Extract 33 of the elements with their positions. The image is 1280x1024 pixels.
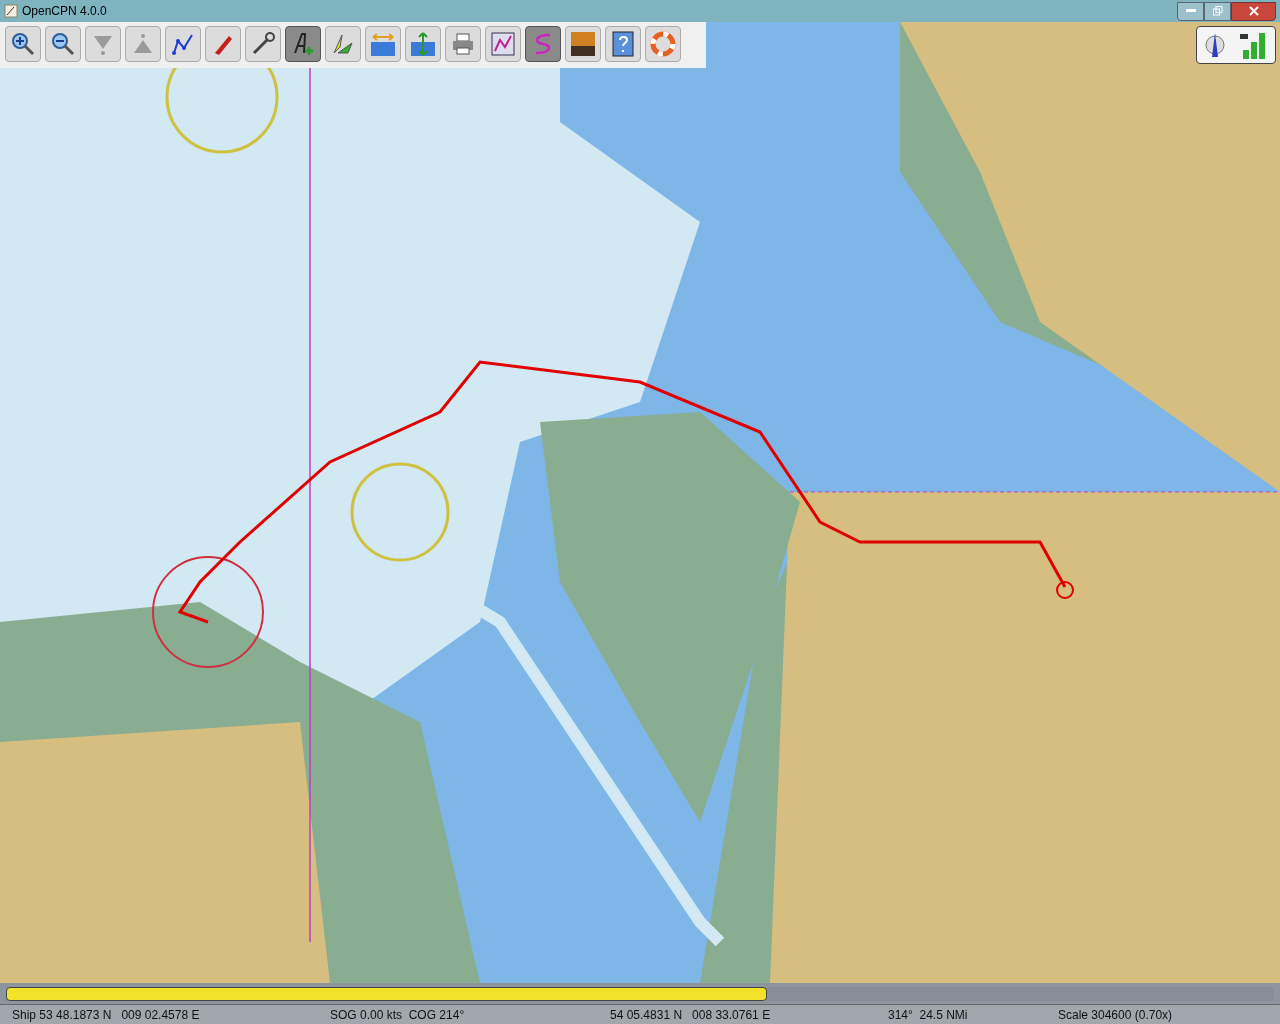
help-icon [610, 31, 636, 57]
toolbar-button[interactable] [5, 26, 41, 62]
toolbar-button[interactable] [245, 26, 281, 62]
close-icon [1248, 6, 1259, 16]
sunset-icon [570, 31, 596, 57]
app-icon [4, 4, 18, 18]
current-icon [370, 31, 396, 57]
status-field: 314° 24.5 NMi [880, 1005, 1050, 1024]
status-field: Scale 304600 (0.70x) [1050, 1005, 1280, 1024]
close-button[interactable] [1231, 1, 1276, 21]
zoom-out-icon [50, 31, 76, 57]
restore-icon [1212, 6, 1223, 16]
minimize-icon [1185, 9, 1196, 13]
toolbar-button[interactable] [165, 26, 201, 62]
printer-icon [450, 31, 476, 57]
minimize-button[interactable] [1177, 1, 1204, 21]
zoom-in-icon [10, 31, 36, 57]
status-field: Ship 53 48.1873 N 009 02.4578 E [0, 1005, 320, 1024]
tide-icon [410, 31, 436, 57]
toolbar-button[interactable] [45, 26, 81, 62]
status-field: 54 05.4831 N 008 33.0761 E [600, 1005, 880, 1024]
lifebuoy-icon [650, 31, 676, 57]
toolbar-button[interactable] [205, 26, 241, 62]
status-field: SOG 0.00 kts COG 214° [320, 1005, 600, 1024]
route-list-icon [490, 31, 516, 57]
window-title: OpenCPN 4.0.0 [22, 3, 107, 20]
toolbar-button[interactable] [485, 26, 521, 62]
toolbar-button[interactable] [565, 26, 601, 62]
gps-signal-icon [1237, 30, 1267, 60]
toolbar-button[interactable] [325, 26, 361, 62]
toolbar-button[interactable] [605, 26, 641, 62]
toolbar-button[interactable] [285, 26, 321, 62]
maximize-button[interactable] [1204, 1, 1231, 21]
